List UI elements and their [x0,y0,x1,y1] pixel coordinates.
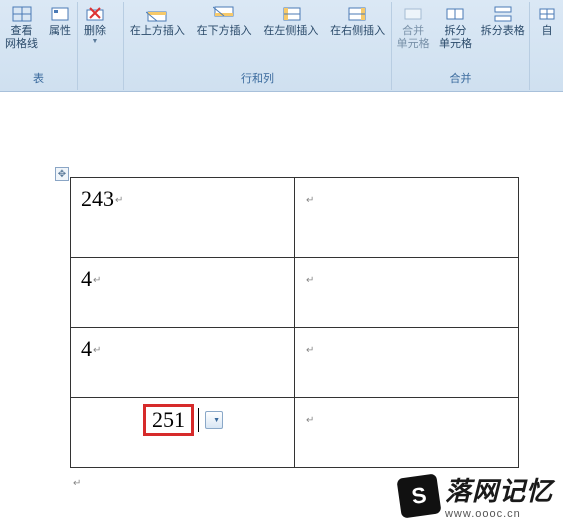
insert-below-button[interactable]: 在下方插入 [191,2,258,41]
cell-r2c2[interactable]: ↵ [295,258,519,328]
split-cells-button[interactable]: 拆分 单元格 [434,2,476,54]
insert-below-icon [213,5,235,23]
insert-left-button[interactable]: 在左侧插入 [258,2,325,41]
split-cells-icon [444,5,466,23]
split-table-label: 拆分表格 [481,25,525,38]
merge-cells-label: 合并 单元格 [397,25,430,51]
cell-r1c1[interactable]: 243↵ [71,178,295,258]
cell-r2c1[interactable]: 4↵ [71,258,295,328]
ribbon-group-truncated: 自 [530,2,563,90]
ribbon-group-delete: 删除 ▼ [78,2,124,90]
delete-icon [84,5,106,23]
cell-r1c2[interactable]: ↵ [295,178,519,258]
ribbon-group-table: 查看 网格线 属性 表 [0,2,78,90]
paragraph-mark-icon: ↵ [306,275,314,286]
group-label-rows-cols: 行和列 [124,70,391,88]
insert-above-button[interactable]: 在上方插入 [124,2,191,41]
paragraph-mark-icon: ↵ [73,478,81,489]
ribbon-group-rows-cols: 在上方插入 在下方插入 在左侧插入 在右侧插入 行和列 [124,2,392,90]
insert-left-label: 在左侧插入 [263,25,318,38]
insert-right-label: 在右侧插入 [330,25,385,38]
cell-r4c1[interactable]: 251 ▼ [71,398,295,468]
watermark-title: 落网记忆 [445,471,553,508]
split-table-icon [492,5,514,23]
delete-label: 删除 [84,25,106,38]
delete-button[interactable]: 删除 ▼ [78,2,112,48]
group-label-merge: 合并 [392,70,529,88]
insert-above-icon [146,5,168,23]
word-table[interactable]: 243↵ ↵ 4↵ ↵ 4↵ ↵ 251 ▼ ↵ [70,177,519,468]
smart-tag-button[interactable]: ▼ [205,411,223,429]
autofit-button[interactable]: 自 [530,2,563,41]
insert-above-label: 在上方插入 [130,25,185,38]
merge-cells-button[interactable]: 合并 单元格 [392,2,434,54]
paragraph-mark-icon: ↵ [306,195,314,206]
paragraph-mark-icon: ↵ [306,345,314,356]
autofit-label: 自 [542,25,553,38]
cell-r3c1[interactable]: 4↵ [71,328,295,398]
autofit-icon [536,5,558,23]
insert-below-label: 在下方插入 [197,25,252,38]
table-properties-label: 属性 [49,25,71,38]
paragraph-mark-icon: ↵ [93,345,101,356]
document-area[interactable]: ✥ 243↵ ↵ 4↵ ↵ 4↵ ↵ 251 ▼ ↵ ↵ S [0,92,563,526]
table-move-handle[interactable]: ✥ [55,167,69,181]
split-cells-label: 拆分 单元格 [439,25,472,51]
merge-icon [402,5,424,23]
group-label-table: 表 [0,70,77,88]
chevron-down-icon: ▼ [213,416,220,424]
paragraph-mark-icon: ↵ [93,275,101,286]
view-gridlines-label: 查看 网格线 [5,25,38,51]
table-properties-button[interactable]: 属性 [43,2,77,41]
split-table-button[interactable]: 拆分表格 [477,2,529,41]
ribbon-group-merge: 合并 单元格 拆分 单元格 拆分表格 合并 [392,2,530,90]
insert-left-icon [280,5,302,23]
ribbon-toolbar: 查看 网格线 属性 表 删除 ▼ 在上方插入 [0,0,563,92]
cell-r4c2[interactable]: ↵ [295,398,519,468]
insert-right-button[interactable]: 在右侧插入 [324,2,391,41]
cell-r3c2[interactable]: ↵ [295,328,519,398]
watermark-url: www.oooc.cn [445,508,553,520]
watermark: S 落网记忆 www.oooc.cn [399,471,553,520]
formula-value[interactable]: 251 [143,404,194,436]
text-cursor [198,408,199,432]
formula-result: 251 ▼ [143,404,223,436]
insert-right-icon [347,5,369,23]
view-gridlines-button[interactable]: 查看 网格线 [0,2,43,54]
grid-icon [11,5,33,23]
watermark-logo-icon: S [396,473,441,518]
properties-icon [49,5,71,23]
paragraph-mark-icon: ↵ [306,415,314,426]
paragraph-mark-icon: ↵ [115,195,123,206]
dropdown-icon: ▼ [92,38,99,45]
